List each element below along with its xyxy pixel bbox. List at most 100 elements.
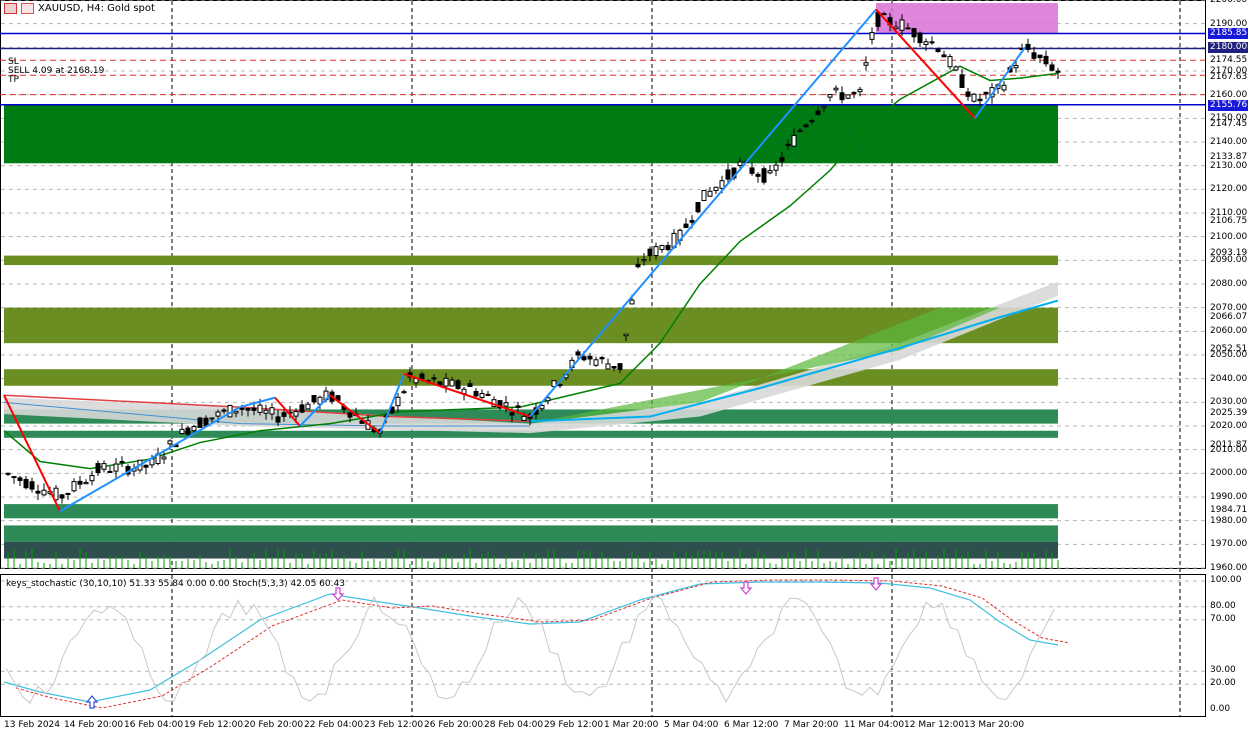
candle-body (251, 407, 257, 411)
price-axis-label: 2000.00 (1210, 468, 1248, 479)
candle-body (761, 168, 767, 183)
candle-body (59, 494, 65, 499)
candle-body (689, 220, 695, 223)
price-axis-label: 2080.00 (1210, 279, 1248, 289)
candle-body (503, 402, 509, 407)
stoch-axis-label: 0.00 (1210, 704, 1231, 714)
candle-body (767, 170, 773, 174)
time-axis-label: 22 Feb 04:00 (304, 720, 364, 730)
candle-body (929, 41, 935, 44)
candle-body (467, 383, 473, 388)
candle-body (1055, 70, 1061, 73)
price-chart[interactable] (0, 0, 1258, 733)
candle-body (179, 428, 185, 435)
candle-body (239, 407, 245, 410)
candle-body (827, 94, 833, 98)
candle-body (1025, 43, 1031, 50)
candle-body (803, 124, 809, 128)
candle-body (71, 481, 77, 492)
candle-body (851, 91, 857, 94)
time-axis-label: 7 Mar 20:00 (784, 720, 839, 730)
candle-body (539, 404, 545, 410)
zone-box (4, 504, 1058, 519)
price-axis-label: 1984.71 (1210, 504, 1248, 515)
chart-window[interactable]: XAUUSD, H4: Gold spot SL SELL 4.09 at 21… (0, 0, 1258, 733)
candle-body (209, 417, 215, 420)
chart-type-icon[interactable] (4, 3, 17, 14)
candle-body (419, 373, 425, 380)
candle-body (23, 478, 29, 489)
price-axis-label: 1980.00 (1210, 515, 1248, 526)
price-axis-label: 2050.00 (1210, 350, 1248, 360)
candle-body (791, 135, 797, 147)
candle-body (923, 41, 929, 45)
time-axis-label: 1 Mar 20:00 (604, 720, 659, 730)
candle-body (521, 415, 527, 422)
candle-body (1049, 64, 1055, 71)
candle-body (737, 161, 743, 167)
candle-body (647, 248, 653, 257)
sell-signal-arrow-icon (739, 581, 753, 595)
candle-body (299, 404, 305, 413)
candle-body (557, 384, 563, 387)
candle-body (101, 463, 107, 470)
candle-body (899, 19, 905, 31)
candle-body (293, 411, 299, 417)
candle-body (773, 164, 779, 171)
candle-body (17, 477, 23, 481)
candle-body (881, 13, 887, 16)
candle-body (263, 409, 269, 414)
candle-body (593, 359, 599, 366)
candle-body (641, 259, 647, 262)
candle-body (983, 91, 989, 95)
candle-body (455, 380, 461, 389)
price-axis-label: 2200.00 (1210, 0, 1248, 5)
candle-body (719, 180, 725, 189)
candle-body (941, 54, 947, 58)
price-axis-label: 2025.39 (1210, 408, 1248, 419)
candle-body (1013, 65, 1019, 69)
candle-body (911, 28, 917, 38)
candle-body (599, 357, 605, 360)
time-axis-label: 20 Feb 20:00 (244, 720, 304, 730)
stoch-axis-label: 30.00 (1210, 665, 1236, 676)
stoch-axis-label: 20.00 (1210, 678, 1236, 689)
time-axis-label: 12 Mar 12:00 (904, 720, 965, 730)
candle-body (107, 470, 113, 473)
zone-box (4, 104, 1058, 164)
candle-body (1037, 54, 1043, 59)
time-axis-label: 23 Feb 12:00 (364, 720, 424, 730)
stochastic-pane-frame (0, 574, 1206, 717)
candle-body (191, 426, 197, 432)
price-axis-label: 1960.00 (1210, 563, 1248, 573)
candle-body (971, 93, 977, 102)
candle-body (635, 263, 641, 268)
sell-label: SELL 4.09 at 2168.19 (8, 66, 105, 76)
time-axis-label: 26 Feb 20:00 (424, 720, 484, 730)
candle-body (839, 92, 845, 101)
candle-body (161, 456, 167, 460)
candle-body (815, 110, 821, 115)
candle-body (11, 476, 17, 479)
candle-body (935, 48, 941, 52)
candle-body (581, 356, 587, 361)
price-axis-label: 2180.00 (1208, 42, 1248, 54)
candle-body (449, 379, 455, 387)
candle-body (1031, 52, 1037, 59)
candle-body (509, 412, 515, 416)
stoch-signal-line (15, 579, 1071, 709)
price-axis-label: 2060.00 (1210, 326, 1248, 337)
candle-body (311, 395, 317, 403)
indicator-title: keys_stochastic (30,10,10) 51.33 55.84 0… (6, 579, 345, 589)
candle-body (863, 62, 869, 66)
candle-body (755, 173, 761, 177)
sell-signal-arrow-icon (869, 577, 883, 591)
zone-box (4, 255, 1058, 266)
one-click-trade-icon[interactable] (21, 3, 34, 14)
time-axis-label: 6 Mar 12:00 (724, 720, 779, 730)
candle-body (965, 91, 971, 97)
candle-body (779, 157, 785, 162)
candle-body (473, 391, 479, 397)
candle-body (713, 186, 719, 191)
candle-body (797, 130, 803, 133)
